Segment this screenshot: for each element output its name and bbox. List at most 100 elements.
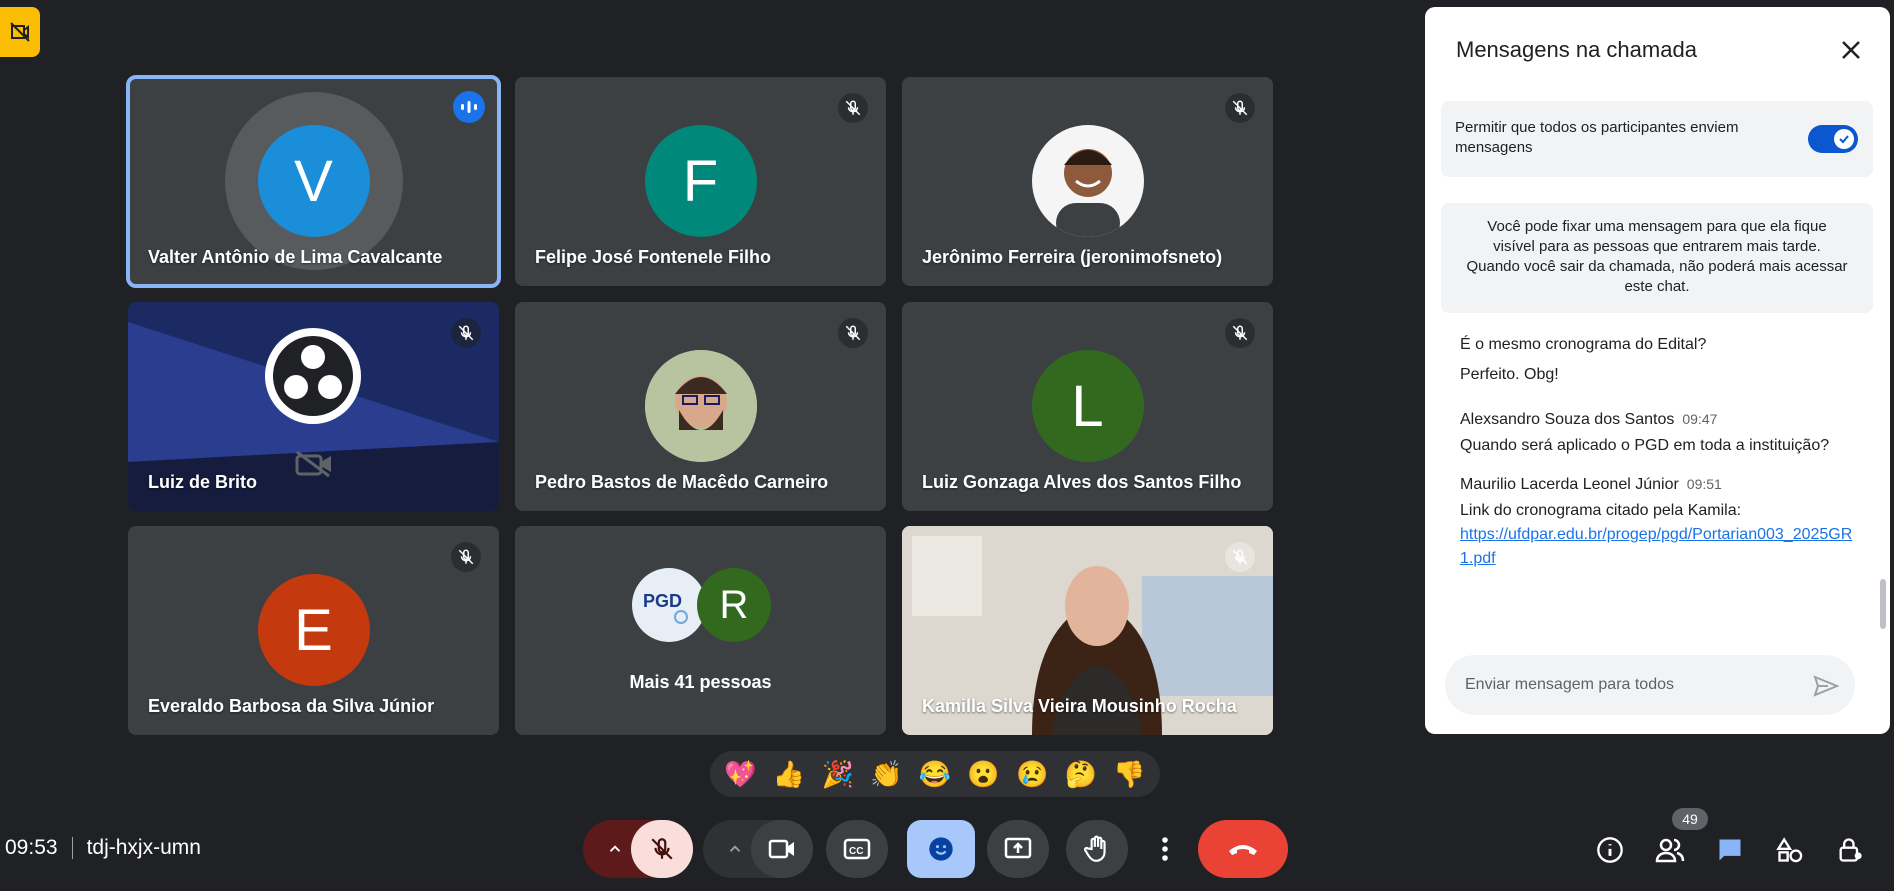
- message-time: 09:51: [1686, 476, 1722, 492]
- participant-tile[interactable]: L Luiz Gonzaga Alves dos Santos Filho: [902, 302, 1273, 511]
- participant-tile[interactable]: V Valter Antônio de Lima Cavalcante: [126, 75, 501, 288]
- more-vert-icon: [1162, 837, 1168, 861]
- avatar: V: [257, 125, 370, 237]
- avatar-photo: [1031, 125, 1144, 237]
- lock-person-icon: [1839, 838, 1862, 862]
- pin-info: Você pode fixar uma mensagem para que el…: [1441, 203, 1873, 313]
- toggle-knob: [1834, 129, 1854, 149]
- message-text: É o mesmo cronograma do Edital?: [1460, 336, 1707, 353]
- chat-icon: [1719, 839, 1741, 861]
- hang-up-icon: [1229, 845, 1257, 855]
- allow-messages-setting: Permitir que todos os participantes envi…: [1441, 101, 1873, 177]
- mic-off-icon: [1225, 318, 1255, 348]
- participant-name: Felipe José Fontenele Filho: [535, 247, 772, 267]
- mic-off-icon: [838, 318, 868, 348]
- people-count-badge: 49: [1672, 808, 1708, 830]
- panel-title: Mensagens na chamada: [1456, 37, 1697, 62]
- reaction-party[interactable]: 🎉: [821, 759, 853, 790]
- avatar: L: [1031, 350, 1144, 462]
- allow-messages-label: Permitir que todos os participantes envi…: [1455, 119, 1739, 156]
- camera-toggle-button[interactable]: [751, 820, 813, 878]
- participant-tile[interactable]: F Felipe José Fontenele Filho: [515, 77, 886, 286]
- participant-tile[interactable]: E Everaldo Barbosa da Silva Júnior: [128, 526, 499, 735]
- people-icon: [1655, 838, 1685, 863]
- allow-messages-toggle[interactable]: [1808, 125, 1858, 153]
- captions-button[interactable]: CC: [826, 820, 888, 878]
- camera-grid-off-icon: [10, 22, 30, 42]
- reaction-laugh[interactable]: 😂: [919, 759, 951, 790]
- more-participants-tile[interactable]: PGD R Mais 41 pessoas: [515, 526, 886, 735]
- reactions-button[interactable]: [907, 820, 975, 878]
- sender-name: Alexsandro Souza dos Santos: [1460, 411, 1675, 428]
- camera-icon: [768, 839, 794, 859]
- mic-toggle-button[interactable]: [631, 820, 693, 878]
- message-input[interactable]: [1465, 655, 1795, 715]
- hand-icon: [1084, 835, 1106, 862]
- chevron-up-icon: [729, 845, 741, 852]
- reaction-clap[interactable]: 👏: [870, 759, 902, 790]
- reactions-bar: 💖 👍 🎉 👏 😂 😮 😢 🤔 👎: [710, 751, 1160, 797]
- host-controls-button[interactable]: [1832, 832, 1868, 868]
- message-link[interactable]: https://ufdpar.edu.br/progep/pgd/Portari…: [1460, 523, 1860, 571]
- message-sender: Maurilio Lacerda Leonel Júnior 09:51: [1460, 472, 1860, 497]
- close-icon: [1842, 41, 1860, 59]
- participant-name: Kamilla Silva Vieira Mousinho Rocha: [922, 696, 1237, 716]
- participant-name: Everaldo Barbosa da Silva Júnior: [148, 696, 435, 716]
- avatar: F: [644, 125, 757, 237]
- participant-tile[interactable]: Luiz de Brito: [128, 302, 499, 511]
- message-text: Perfeito. Obg!: [1460, 366, 1559, 383]
- message-list: É o mesmo cronograma do Edital? Perfeito…: [1460, 333, 1860, 571]
- present-screen-button[interactable]: [987, 820, 1049, 878]
- mic-off-icon: [451, 542, 481, 572]
- participant-name: Luiz Gonzaga Alves dos Santos Filho: [922, 472, 1242, 492]
- participant-tile[interactable]: Jerônimo Ferreira (jeronimofsneto): [902, 77, 1273, 286]
- captions-icon: CC: [843, 838, 871, 860]
- leave-call-button[interactable]: [1198, 820, 1288, 878]
- reaction-surprised[interactable]: 😮: [967, 759, 999, 790]
- activities-button[interactable]: [1772, 832, 1808, 868]
- meeting-details-button[interactable]: [1592, 832, 1628, 868]
- chevron-up-icon: [609, 845, 621, 852]
- emoji-icon: [929, 837, 953, 861]
- meeting-info: 09:53 tdj-hxjx-umn: [5, 836, 201, 860]
- no-video-indicator[interactable]: [0, 7, 40, 57]
- reaction-heart[interactable]: 💖: [724, 759, 756, 790]
- divider: [71, 837, 73, 859]
- meeting-code[interactable]: tdj-hxjx-umn: [87, 836, 201, 860]
- raise-hand-button[interactable]: [1066, 820, 1128, 878]
- speaking-icon: [453, 91, 485, 123]
- reaction-sad[interactable]: 😢: [1016, 759, 1048, 790]
- send-icon: [1813, 675, 1839, 697]
- info-icon: [1597, 837, 1623, 863]
- participant-tile[interactable]: Pedro Bastos de Macêdo Carneiro: [515, 302, 886, 511]
- send-button[interactable]: [1811, 671, 1841, 701]
- reaction-thinking[interactable]: 🤔: [1065, 759, 1097, 790]
- close-panel-button[interactable]: [1834, 33, 1868, 67]
- sender-name: Maurilio Lacerda Leonel Júnior: [1460, 476, 1679, 493]
- participant-name: Luiz de Brito: [148, 472, 257, 492]
- mic-off-icon: [1225, 93, 1255, 123]
- participant-tile[interactable]: Kamilla Silva Vieira Mousinho Rocha: [902, 526, 1273, 735]
- message-text: Link do cronograma citado pela Kamila:: [1460, 502, 1742, 519]
- chat-button[interactable]: [1712, 832, 1748, 868]
- people-button[interactable]: [1652, 832, 1688, 868]
- reaction-thumbs-down[interactable]: 👎: [1113, 759, 1145, 790]
- svg-text:CC: CC: [849, 846, 863, 857]
- check-icon: [1839, 135, 1849, 144]
- avatar: R: [697, 568, 771, 642]
- present-icon: [1004, 837, 1032, 859]
- mic-off-icon: [651, 838, 673, 860]
- participant-name: Jerônimo Ferreira (jeronimofsneto): [922, 247, 1223, 267]
- avatar: E: [257, 574, 370, 686]
- more-options-button[interactable]: [1146, 820, 1184, 878]
- message-composer: [1445, 655, 1855, 715]
- scrollbar[interactable]: [1880, 579, 1886, 629]
- meeting-time: 09:53: [5, 836, 58, 859]
- chat-panel: Mensagens na chamada Permitir que todos …: [1425, 7, 1890, 734]
- message-text: Quando será aplicado o PGD em toda a ins…: [1460, 437, 1830, 454]
- mic-off-icon: [838, 93, 868, 123]
- message-time: 09:47: [1682, 411, 1718, 427]
- pgd-logo-avatar: PGD: [632, 568, 706, 642]
- obs-logo-icon: [265, 328, 361, 424]
- reaction-thumbs-up[interactable]: 👍: [773, 759, 805, 790]
